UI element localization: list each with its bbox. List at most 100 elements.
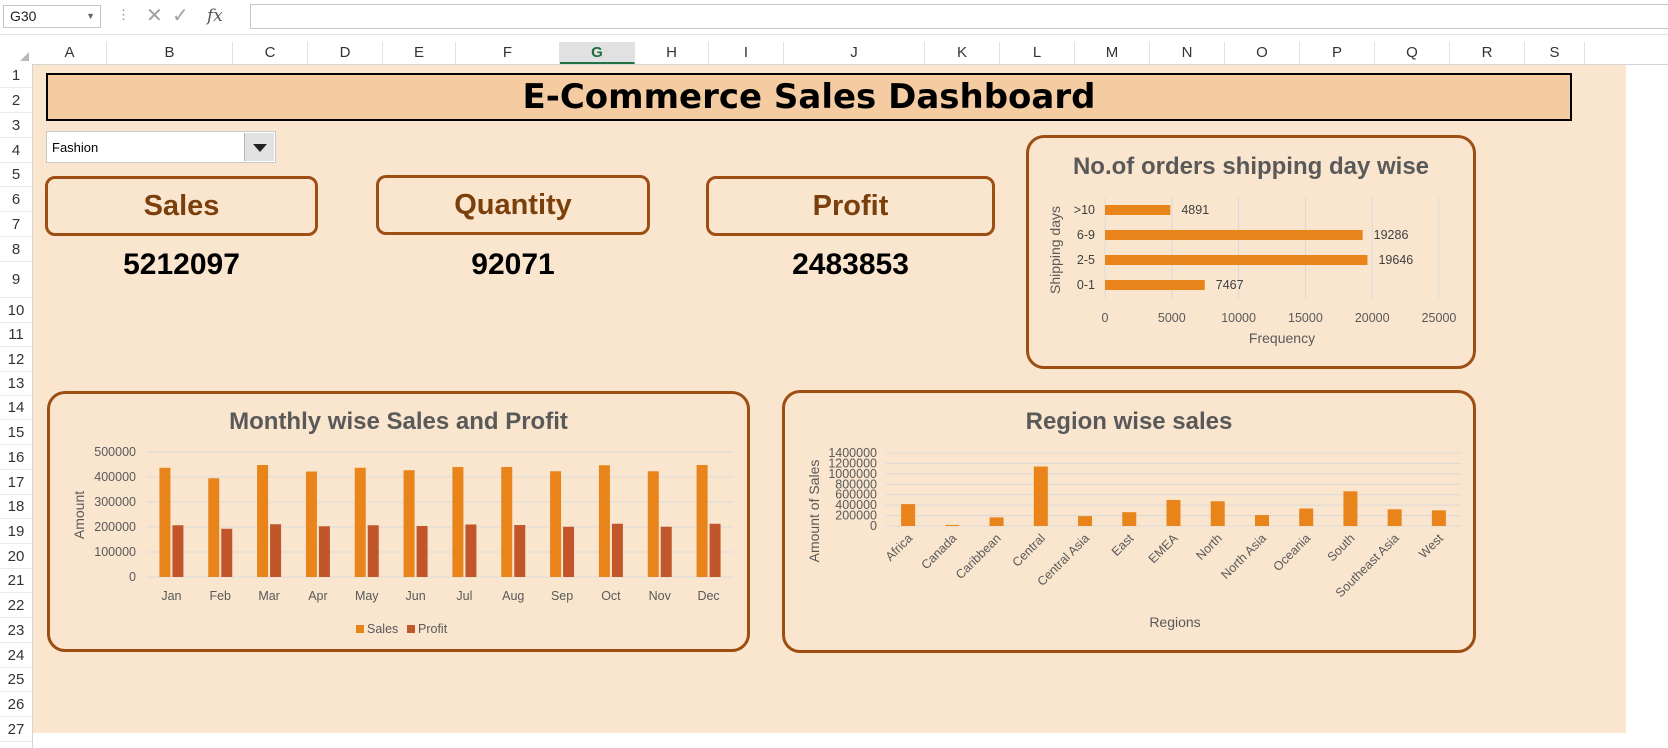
cancel-icon[interactable]: ✕ bbox=[146, 3, 163, 28]
row-header-bar: 1 2 3 4 5 6 7 8 9 10 11 12 13 14 15 16 17 18 19 20 21 22 23 24 2… bbox=[0, 64, 33, 748]
sales-bar-mar bbox=[257, 465, 269, 577]
y-axis-label: Amount bbox=[71, 491, 87, 539]
row-header-19[interactable]: 19 bbox=[0, 519, 32, 544]
column-header-r[interactable]: R bbox=[1450, 42, 1525, 64]
profit-bar-sep bbox=[563, 526, 575, 577]
x-tick-label: Oct bbox=[601, 589, 621, 603]
profit-bar-apr bbox=[318, 526, 330, 577]
region-bar bbox=[1431, 510, 1446, 526]
row-header-1[interactable]: 1 bbox=[0, 64, 32, 88]
sales-bar-oct bbox=[598, 465, 610, 577]
shipping-chart-panel[interactable]: No.of orders shipping day wise 0 5000 1000… bbox=[1026, 135, 1476, 369]
x-tick-label: East bbox=[1109, 531, 1137, 559]
column-header-i[interactable]: I bbox=[709, 42, 784, 64]
row-header-6[interactable]: 6 bbox=[0, 187, 32, 212]
row-header-23[interactable]: 23 bbox=[0, 618, 32, 643]
column-header-e[interactable]: E bbox=[383, 42, 456, 64]
more-options-icon[interactable]: ⋮ bbox=[117, 7, 130, 23]
name-box[interactable]: G30 ▼ bbox=[3, 5, 101, 28]
x-tick-label: South bbox=[1325, 531, 1358, 564]
profit-bar-nov bbox=[660, 526, 672, 577]
row-header-3[interactable]: 3 bbox=[0, 113, 32, 138]
row-header-8[interactable]: 8 bbox=[0, 237, 32, 262]
row-header-24[interactable]: 24 bbox=[0, 643, 32, 668]
row-header-5[interactable]: 5 bbox=[0, 163, 32, 187]
column-header-f[interactable]: F bbox=[456, 42, 560, 64]
region-bar bbox=[1122, 512, 1137, 526]
row-header-16[interactable]: 16 bbox=[0, 445, 32, 470]
x-tick-label: Jan bbox=[161, 589, 181, 603]
row-header-22[interactable]: 22 bbox=[0, 593, 32, 618]
column-header-o[interactable]: O bbox=[1225, 42, 1300, 64]
y-tick-label: 0-1 bbox=[1077, 278, 1095, 292]
row-header-9[interactable]: 9 bbox=[0, 262, 32, 298]
row-header-10[interactable]: 10 bbox=[0, 298, 32, 323]
legend-label-sales: Sales bbox=[367, 622, 398, 636]
row-header-27[interactable]: 27 bbox=[0, 717, 32, 742]
column-header-l[interactable]: L bbox=[1000, 42, 1075, 64]
column-header-m[interactable]: M bbox=[1075, 42, 1150, 64]
row-header-18[interactable]: 18 bbox=[0, 495, 32, 519]
region-bar bbox=[1210, 501, 1225, 526]
data-label: 19286 bbox=[1374, 228, 1409, 242]
y-tick-label: 100000 bbox=[94, 545, 136, 559]
region-bar bbox=[1254, 515, 1269, 526]
dropdown-arrow-icon[interactable] bbox=[244, 133, 274, 161]
column-header-g[interactable]: G bbox=[560, 42, 635, 64]
monthly-chart-panel[interactable]: Monthly wise Sales and Profit 0 100000 200… bbox=[47, 391, 750, 652]
row-header-12[interactable]: 12 bbox=[0, 347, 32, 372]
bar-2-5 bbox=[1105, 255, 1368, 265]
sales-bar-feb bbox=[208, 478, 220, 577]
row-header-15[interactable]: 15 bbox=[0, 420, 32, 445]
column-header-a[interactable]: A bbox=[33, 42, 107, 64]
x-tick-label: Oceania bbox=[1270, 531, 1313, 574]
bar-0-1 bbox=[1105, 280, 1205, 290]
y-tick-label: 0 bbox=[129, 570, 136, 584]
x-axis-label: Regions bbox=[1149, 614, 1200, 630]
kpi-sales-value: 5212097 bbox=[123, 248, 240, 281]
kpi-profit-value: 2483853 bbox=[792, 248, 909, 281]
x-tick-label: Caribbean bbox=[953, 531, 1004, 582]
monthly-chart: 0 100000 200000 300000 400000 500000 Jan Feb Mar… bbox=[71, 445, 733, 636]
row-header-7[interactable]: 7 bbox=[0, 212, 32, 237]
row-header-11[interactable]: 11 bbox=[0, 323, 32, 347]
select-all-corner[interactable] bbox=[0, 42, 32, 64]
column-header-j[interactable]: J bbox=[784, 42, 925, 64]
worksheet[interactable]: E-Commerce Sales Dashboard Fashion Sales… bbox=[33, 65, 1668, 748]
x-tick-label: Jul bbox=[456, 589, 472, 603]
row-header-4[interactable]: 4 bbox=[0, 138, 32, 163]
row-header-13[interactable]: 13 bbox=[0, 372, 32, 396]
row-header-17[interactable]: 17 bbox=[0, 470, 32, 495]
row-header-21[interactable]: 21 bbox=[0, 569, 32, 593]
name-box-value: G30 bbox=[10, 8, 37, 24]
row-header-2[interactable]: 2 bbox=[0, 88, 32, 113]
y-tick-label: 300000 bbox=[94, 495, 136, 509]
column-header-n[interactable]: N bbox=[1150, 42, 1225, 64]
profit-bar-jun bbox=[416, 526, 428, 577]
x-tick-label: Nov bbox=[649, 589, 672, 603]
chevron-down-icon[interactable]: ▼ bbox=[86, 6, 95, 27]
category-filter-dropdown[interactable]: Fashion bbox=[46, 131, 276, 163]
sales-bar-jun bbox=[403, 470, 415, 577]
enter-icon[interactable]: ✓ bbox=[172, 3, 189, 28]
insert-function-icon[interactable]: fx bbox=[207, 6, 223, 26]
region-chart-panel[interactable]: Region wise sales 0 200000 400000 600000 800… bbox=[782, 390, 1476, 653]
column-header-p[interactable]: P bbox=[1300, 42, 1375, 64]
profit-bar-dec bbox=[709, 523, 721, 577]
column-header-s[interactable]: S bbox=[1525, 42, 1585, 64]
column-header-h[interactable]: H bbox=[635, 42, 709, 64]
x-tick-label: 25000 bbox=[1422, 311, 1457, 325]
column-header-b[interactable]: B bbox=[107, 42, 233, 64]
sales-bar-nov bbox=[647, 471, 659, 577]
column-header-k[interactable]: K bbox=[925, 42, 1000, 64]
column-header-q[interactable]: Q bbox=[1375, 42, 1450, 64]
x-axis-label: Frequency bbox=[1249, 330, 1315, 346]
column-header-c[interactable]: C bbox=[233, 42, 308, 64]
row-header-25[interactable]: 25 bbox=[0, 668, 32, 692]
row-header-14[interactable]: 14 bbox=[0, 396, 32, 420]
row-header-26[interactable]: 26 bbox=[0, 692, 32, 717]
row-header-20[interactable]: 20 bbox=[0, 544, 32, 569]
profit-bar-oct bbox=[611, 523, 623, 577]
formula-input[interactable] bbox=[250, 4, 1668, 29]
column-header-d[interactable]: D bbox=[308, 42, 383, 64]
